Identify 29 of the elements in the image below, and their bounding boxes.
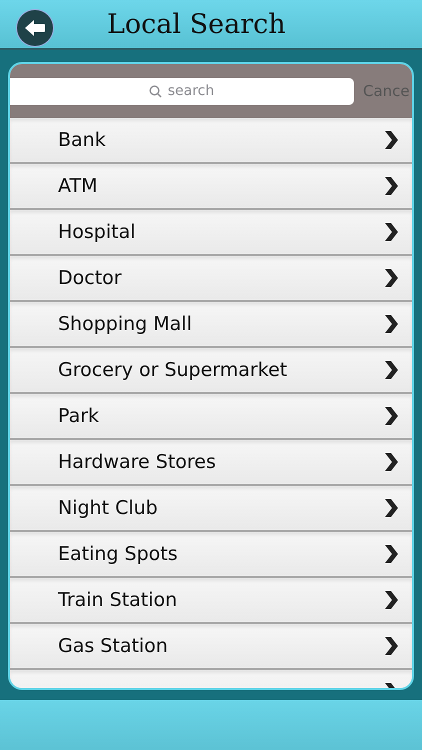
category-label: Hospital [58,220,136,245]
category-row[interactable]: Shopping Mall [10,302,412,348]
category-row[interactable]: Bank [10,118,412,164]
category-label: Doctor [58,266,122,291]
category-label: Gas Station [58,634,168,659]
category-label: Eating Spots [58,542,178,567]
category-row[interactable]: Night Club [10,486,412,532]
category-row[interactable]: Park [10,394,412,440]
category-label: Hardware Stores [58,450,216,475]
back-button[interactable] [17,10,53,46]
screen-title: Local Search [107,10,286,38]
back-arrow-icon [24,19,46,37]
category-label: Grocery or Supermarket [58,358,288,383]
category-row[interactable]: Grocery or Supermarket [10,348,412,394]
category-row[interactable]: Hospital [10,210,412,256]
category-label: Train Station [58,588,178,613]
category-label: Shopping Mall [58,312,192,337]
category-row[interactable]: Gas Station [10,624,412,670]
category-row[interactable]: Eating Spots [10,532,412,578]
category-row[interactable]: Doctor [10,256,412,302]
search-icon [149,84,162,98]
category-row[interactable]: Train Station [10,578,412,624]
category-row[interactable]: ATM [10,164,412,210]
category-label: Bank [58,128,106,153]
category-label: ATM [58,174,98,199]
category-row[interactable]: Hardware Stores [10,440,412,486]
category-label: Park [58,404,100,429]
search-field[interactable]: search [10,78,354,104]
category-label: Night Club [58,496,158,521]
